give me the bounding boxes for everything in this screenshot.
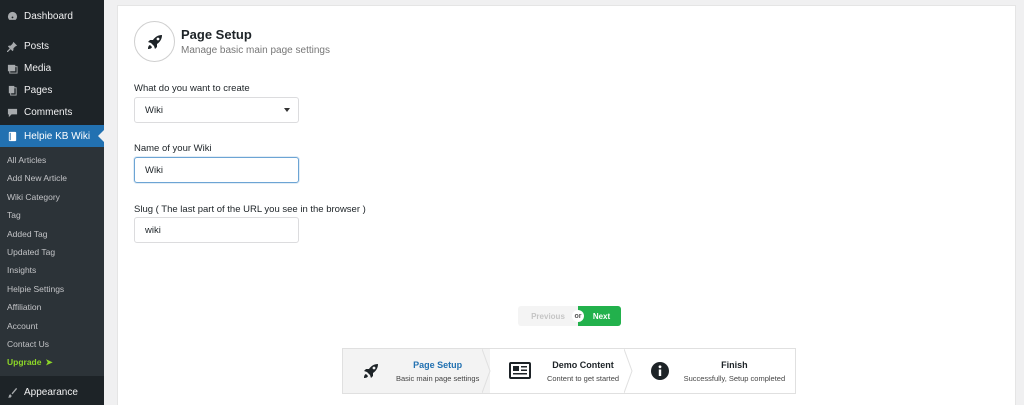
step-desc: Basic main page settings bbox=[395, 373, 480, 383]
step-title: Page Setup bbox=[413, 359, 463, 370]
step-desc: Content to get started bbox=[546, 373, 620, 383]
submenu-item-affiliation[interactable]: Affiliation bbox=[0, 298, 104, 316]
brush-icon bbox=[6, 387, 18, 399]
setup-card: Page Setup Manage basic main page settin… bbox=[117, 5, 1016, 405]
wiki-name-label: Name of your Wiki bbox=[134, 143, 212, 154]
slug-label: Slug ( The last part of the URL you see … bbox=[134, 204, 366, 215]
rocket-icon bbox=[134, 21, 175, 62]
comment-icon bbox=[6, 106, 18, 118]
submenu-item-add-new-article[interactable]: Add New Article bbox=[0, 169, 104, 187]
submenu-item-updated-tag[interactable]: Updated Tag bbox=[0, 243, 104, 261]
wizard-pager: Previous or Next bbox=[518, 306, 621, 326]
page-header: Page Setup Manage basic main page settin… bbox=[134, 21, 330, 62]
info-icon bbox=[648, 359, 672, 383]
media-icon bbox=[6, 62, 18, 74]
step-page-setup[interactable]: Page Setup Basic main page settings bbox=[343, 349, 491, 393]
slug-value: wiki bbox=[145, 224, 161, 236]
step-title: Demo Content bbox=[552, 359, 614, 370]
sidebar-submenu: All Articles Add New Article Wiki Catego… bbox=[0, 147, 104, 376]
newspaper-icon bbox=[508, 359, 532, 383]
step-title: Finish bbox=[721, 359, 748, 370]
sidebar-item-label: Dashboard bbox=[24, 10, 73, 22]
submenu-item-added-tag[interactable]: Added Tag bbox=[0, 225, 104, 243]
sidebar-item-posts[interactable]: Posts bbox=[0, 35, 104, 57]
create-type-label: What do you want to create bbox=[134, 83, 250, 94]
submenu-item-helpie-settings[interactable]: Helpie Settings bbox=[0, 280, 104, 298]
sidebar-item-label: Comments bbox=[24, 106, 73, 118]
dashboard-icon bbox=[6, 10, 18, 22]
step-desc: Successfully, Setup completed bbox=[683, 373, 786, 383]
sidebar-item-comments[interactable]: Comments bbox=[0, 101, 104, 123]
slug-input[interactable]: wiki bbox=[134, 217, 299, 243]
admin-sidebar: Dashboard Posts Media Pages Comments Hel… bbox=[0, 0, 104, 405]
step-demo-content[interactable]: Demo Content Content to get started bbox=[490, 349, 633, 393]
book-icon bbox=[6, 130, 18, 142]
wiki-name-value: Wiki bbox=[145, 164, 163, 176]
sidebar-item-pages[interactable]: Pages bbox=[0, 79, 104, 101]
sidebar-item-dashboard[interactable]: Dashboard bbox=[0, 5, 104, 27]
wiki-name-input[interactable]: Wiki bbox=[134, 157, 299, 183]
submenu-item-account[interactable]: Account bbox=[0, 317, 104, 335]
submenu-item-contact-us[interactable]: Contact Us bbox=[0, 335, 104, 353]
caret-down-icon bbox=[284, 108, 290, 112]
step-finish[interactable]: Finish Successfully, Setup completed bbox=[632, 349, 795, 393]
sidebar-item-label: Helpie KB Wiki bbox=[24, 130, 91, 142]
rocket-icon bbox=[359, 359, 383, 383]
upgrade-label: Upgrade bbox=[7, 357, 42, 368]
next-button[interactable]: Next bbox=[578, 306, 621, 326]
sidebar-item-helpie-kb-wiki[interactable]: Helpie KB Wiki bbox=[0, 125, 104, 147]
create-type-select[interactable]: Wiki bbox=[134, 97, 299, 123]
page-title: Page Setup bbox=[181, 27, 252, 42]
or-separator: or bbox=[572, 310, 584, 322]
page-subtitle: Manage basic main page settings bbox=[181, 45, 330, 56]
wizard-steps: Page Setup Basic main page settings Demo bbox=[342, 348, 796, 394]
submenu-item-tag[interactable]: Tag bbox=[0, 206, 104, 224]
sidebar-item-media[interactable]: Media bbox=[0, 57, 104, 79]
pages-icon bbox=[6, 84, 18, 96]
sidebar-item-label: Media bbox=[24, 62, 52, 74]
arrow-right-icon: ➤ bbox=[45, 357, 53, 368]
submenu-item-insights[interactable]: Insights bbox=[0, 261, 104, 279]
sidebar-item-label: Posts bbox=[24, 40, 50, 52]
sidebar-item-label: Pages bbox=[24, 84, 53, 96]
create-type-value: Wiki bbox=[145, 104, 163, 116]
submenu-item-all-articles[interactable]: All Articles bbox=[0, 151, 104, 169]
pin-icon bbox=[6, 40, 18, 52]
step-separator bbox=[482, 349, 491, 393]
sidebar-item-label: Appearance bbox=[24, 387, 78, 399]
step-separator bbox=[623, 349, 633, 393]
previous-button[interactable]: Previous bbox=[518, 306, 578, 326]
submenu-item-wiki-category[interactable]: Wiki Category bbox=[0, 188, 104, 206]
submenu-item-upgrade[interactable]: Upgrade ➤ bbox=[0, 353, 104, 371]
sidebar-item-appearance[interactable]: Appearance bbox=[0, 382, 104, 404]
